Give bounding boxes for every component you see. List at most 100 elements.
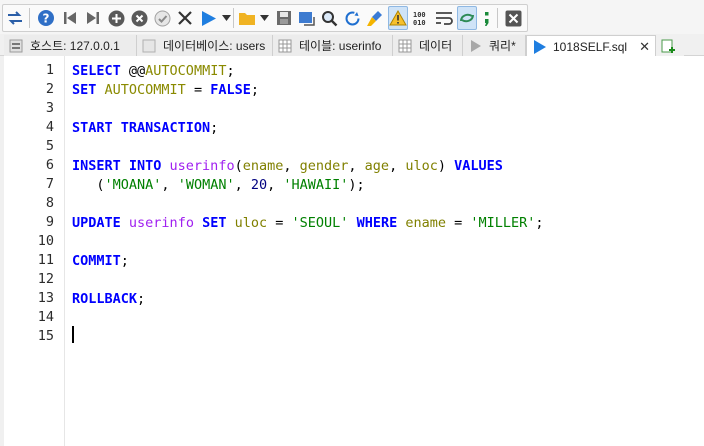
code-line: SET AUTOCOMMIT = FALSE;	[72, 81, 259, 100]
cancel-icon[interactable]	[175, 6, 195, 30]
code-token: AUTOCOMMIT	[104, 82, 186, 98]
tab-label: 데이터	[419, 39, 453, 53]
code-token: VALUES	[454, 158, 503, 174]
run-dropdown-icon[interactable]	[219, 6, 233, 30]
code-line: COMMIT;	[72, 252, 129, 271]
table-icon	[278, 39, 292, 52]
code-token: SET	[72, 82, 97, 98]
code-token: ename	[405, 215, 446, 231]
toolbar-separator	[29, 8, 30, 28]
apply-icon[interactable]	[152, 6, 172, 30]
line-number: 7	[45, 176, 54, 192]
word-wrap-icon[interactable]	[434, 6, 454, 30]
line-number: 8	[45, 195, 54, 211]
tab-table[interactable]: 테이블: userinfo	[273, 35, 393, 56]
code-token: 'MILLER'	[470, 215, 536, 231]
tab-query[interactable]: 쿼리*	[463, 35, 526, 56]
line-number: 1	[45, 62, 54, 78]
open-folder-icon[interactable]	[237, 6, 257, 30]
run-query-icon[interactable]	[198, 6, 218, 30]
code-token: uloc	[405, 158, 438, 174]
tab-sql-file[interactable]: 1018SELF.sql ✕	[526, 35, 656, 57]
code-token: 'MOANA'	[104, 177, 162, 193]
line-number: 13	[37, 290, 54, 306]
text-cursor	[72, 326, 74, 343]
code-token: 20	[250, 177, 268, 193]
code-token: UPDATE	[72, 215, 121, 231]
code-line: ('MOANA', 'WOMAN', 20, 'HAWAII');	[72, 176, 364, 195]
tab-label: 테이블: userinfo	[299, 39, 382, 53]
code-token: (	[72, 177, 105, 193]
open-dropdown-icon[interactable]	[257, 6, 271, 30]
code-token: ;	[535, 215, 544, 231]
last-record-icon[interactable]	[83, 6, 103, 30]
code-token: ;	[120, 253, 129, 269]
close-icon[interactable]	[503, 6, 523, 30]
sync-icon[interactable]	[457, 6, 477, 30]
tab-host[interactable]: 호스트: 127.0.0.1	[4, 35, 137, 56]
code-token: ROLLBACK	[72, 291, 138, 307]
tab-label: 쿼리*	[489, 39, 516, 53]
add-row-icon[interactable]	[106, 6, 126, 30]
gutter-divider	[64, 56, 65, 446]
binary-icon[interactable]: 100 010	[411, 6, 431, 30]
svg-text:100: 100	[413, 11, 426, 19]
delete-row-icon[interactable]	[129, 6, 149, 30]
toolbar-separator	[497, 8, 498, 28]
host-icon	[9, 39, 23, 52]
tab-data[interactable]: 데이터	[393, 35, 463, 56]
first-record-icon[interactable]	[60, 6, 80, 30]
clean-icon[interactable]	[365, 6, 385, 30]
tab-label: 1018SELF.sql	[553, 39, 628, 54]
code-token: COMMIT	[72, 253, 121, 269]
code-line: UPDATE userinfo SET uloc = 'SEOUL' WHERE…	[72, 214, 544, 233]
code-token: ,	[267, 177, 284, 193]
svg-text:010: 010	[413, 19, 426, 27]
line-number: 11	[37, 252, 54, 268]
tab-label: 호스트: 127.0.0.1	[30, 39, 120, 53]
code-token: SELECT	[72, 63, 121, 79]
help-icon[interactable]: ?	[36, 6, 56, 30]
semicolon-icon[interactable]	[480, 6, 494, 30]
sql-editor[interactable]: 1 2 3 4 5 6 7 8 9 10 11 12 13 14 15 SELECT @@AUTOCOMMI…	[0, 56, 704, 446]
svg-text:?: ?	[43, 12, 50, 26]
line-number-gutter: 1 2 3 4 5 6 7 8 9 10 11 12 13 14 15	[8, 56, 60, 446]
code-token: INSERT INTO	[72, 158, 162, 174]
code-line: INSERT INTO userinfo(ename, gender, age,…	[72, 157, 503, 176]
code-line: ROLLBACK;	[72, 290, 145, 309]
line-number: 9	[45, 214, 54, 230]
new-query-tab-button[interactable]	[656, 35, 684, 56]
warning-icon[interactable]	[388, 6, 408, 30]
tab-bar: 호스트: 127.0.0.1 데이터베이스: users 테이블: userin…	[0, 34, 704, 57]
code-token: =	[185, 82, 211, 98]
code-token: FALSE	[210, 82, 251, 98]
new-tab-icon	[661, 39, 675, 53]
code-token: userinfo	[169, 158, 235, 174]
tab-database[interactable]: 데이터베이스: users	[137, 35, 273, 56]
tab-label: 데이터베이스: users	[163, 39, 266, 53]
export-icon[interactable]	[297, 6, 317, 30]
code-token: AUTOCOMMIT	[145, 63, 227, 79]
line-number: 5	[45, 138, 54, 154]
line-number: 14	[37, 309, 54, 325]
find-icon[interactable]	[319, 6, 339, 30]
code-token: userinfo	[128, 215, 194, 231]
code-token: SET	[202, 215, 227, 231]
database-icon	[142, 39, 156, 52]
code-token: =	[267, 215, 292, 231]
save-icon[interactable]	[274, 6, 294, 30]
code-token: )	[437, 158, 455, 174]
code-line: SELECT @@AUTOCOMMIT;	[72, 62, 235, 81]
code-token: ;	[250, 82, 259, 98]
tab-close-icon[interactable]: ✕	[639, 39, 650, 55]
code-token: ,	[348, 158, 365, 174]
code-token: 'WOMAN'	[177, 177, 235, 193]
replace-icon[interactable]	[342, 6, 362, 30]
line-number: 12	[37, 271, 54, 287]
code-token: ,	[234, 177, 251, 193]
code-token: 'SEOUL'	[291, 215, 349, 231]
transfer-icon[interactable]	[5, 6, 25, 30]
